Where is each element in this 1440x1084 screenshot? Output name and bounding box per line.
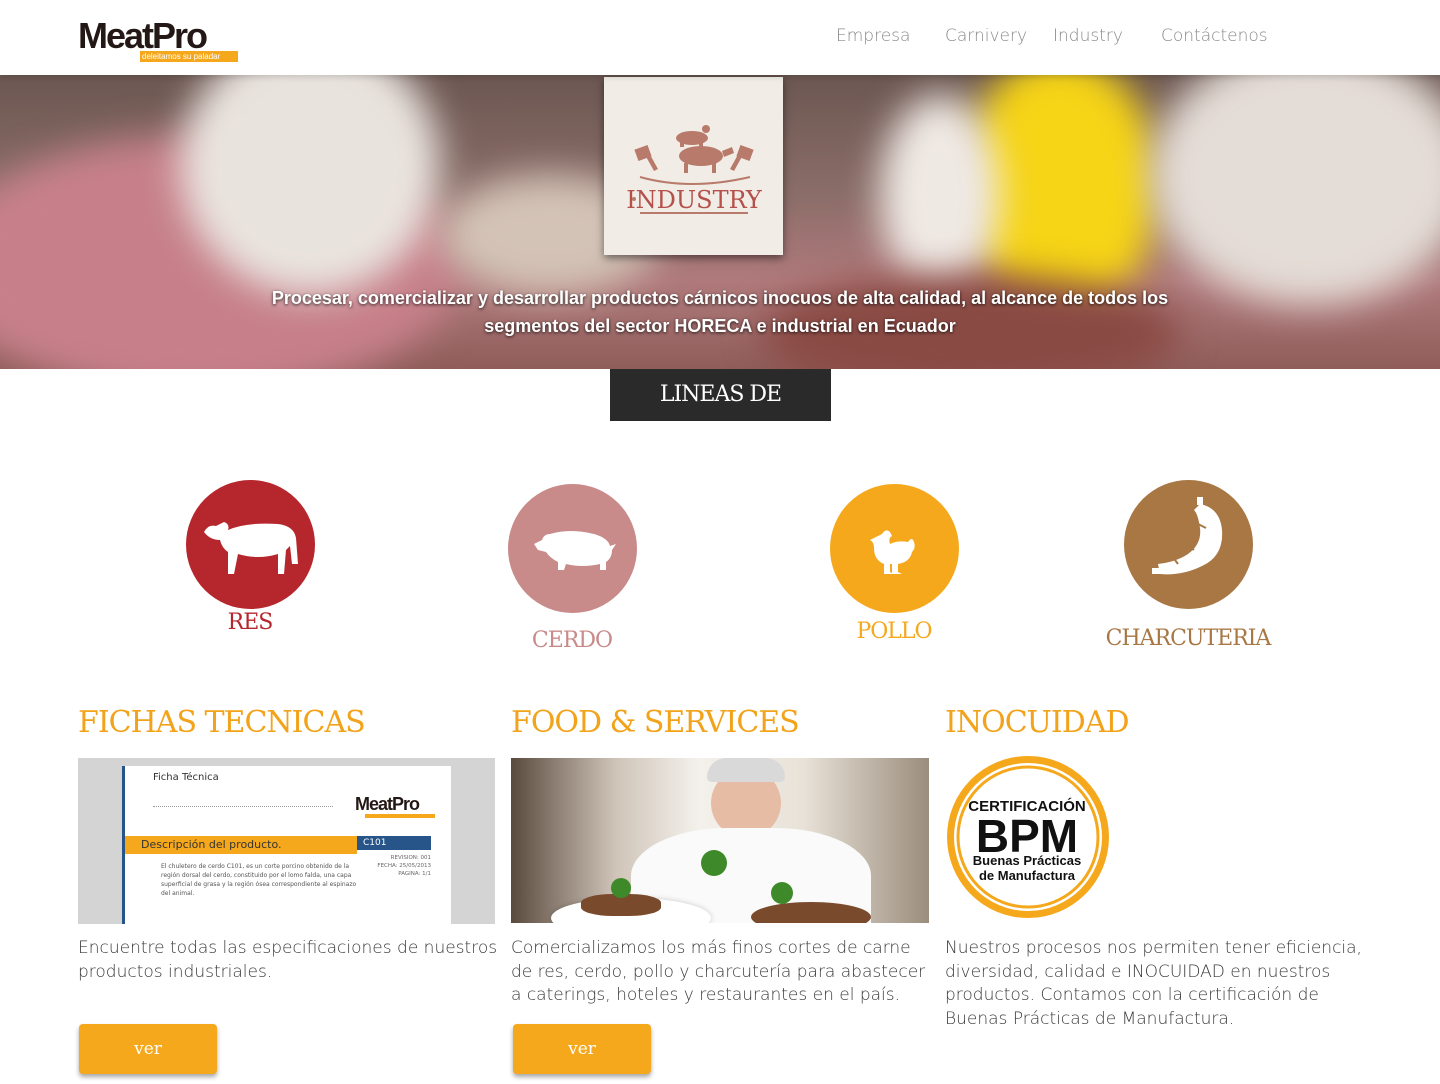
hero-bg-sleeve	[880, 95, 1000, 295]
product-charcuteria-circle[interactable]	[1124, 480, 1253, 609]
bpm-line3: Buenas Prácticas	[973, 853, 1081, 868]
logo-tagline: deleitamos su paladar	[142, 52, 221, 61]
inocuidad-title: INOCUIDAD	[945, 705, 1130, 740]
food-services-description: Comercializamos los más finos cortes de …	[511, 938, 926, 1005]
fichas-sheet-heading: Ficha Técnica	[153, 772, 219, 783]
meatpro-logo[interactable]: MeatPro deleitamos su paladar	[78, 18, 240, 64]
nav-item-industry[interactable]: Industry	[1053, 26, 1123, 46]
garnish-right	[771, 882, 793, 904]
fichas-sheet-body: El chuletero de cerdo C101, es un corte …	[161, 863, 357, 897]
fichas-sheet-signatures	[153, 806, 333, 810]
inocuidad-description: Nuestros procesos nos permiten tener efi…	[945, 938, 1362, 1029]
industry-badge: INDUSTRY	[604, 77, 783, 255]
product-res-circle[interactable]	[186, 480, 315, 609]
industry-emblem-icon: INDUSTRY	[626, 125, 763, 214]
fichas-title: FICHAS TECNICAS	[78, 705, 366, 740]
bpm-seal-icon: CERTIFICACIÓN BPM Buenas Prácticas de Ma…	[947, 756, 1109, 918]
fichas-sheet: Ficha Técnica MeatPro Descripción del pr…	[122, 766, 451, 924]
chicken-icon	[870, 530, 915, 574]
product-pollo-circle[interactable]	[830, 484, 959, 613]
fichas-sheet-meta: REVISION: 001 FECHA: 25/05/2013 PAGINA: …	[377, 855, 431, 877]
food-services-title: FOOD & SERVICES	[511, 705, 800, 740]
nav-item-contactenos[interactable]: Contáctenos	[1161, 26, 1268, 46]
product-charcuteria[interactable]: CHARCUTERIA	[1106, 480, 1271, 651]
product-pollo-label[interactable]: POLLO	[794, 619, 994, 644]
chef-hair	[707, 758, 785, 782]
logo-wordmark: MeatPro	[78, 15, 208, 56]
pig-icon	[534, 531, 616, 570]
food-services-image[interactable]	[511, 758, 929, 923]
hero-mission-text: Procesar, comercializar y desarrollar pr…	[271, 288, 1169, 336]
product-charcuteria-label[interactable]: CHARCUTERIA	[1088, 626, 1288, 651]
site-header: MeatPro deleitamos su paladar Empresa Ca…	[0, 0, 1440, 75]
product-cerdo-label[interactable]: CERDO	[472, 628, 672, 653]
fichas-ver-button[interactable]: ver	[79, 1024, 217, 1074]
fichas-sheet-section: Descripción del producto.	[125, 836, 357, 854]
sausage-icon	[1152, 497, 1223, 575]
product-res-label[interactable]: RES	[150, 610, 350, 635]
industry-badge-text: INDUSTRY	[626, 186, 763, 214]
product-lines-title: LINEAS DE PRODUCTOS	[610, 369, 831, 459]
fichas-sheet-code: C101	[357, 836, 431, 850]
cow-icon	[204, 522, 298, 574]
fichas-image[interactable]: Ficha Técnica MeatPro Descripción del pr…	[78, 758, 495, 924]
product-cerdo-circle[interactable]	[508, 484, 637, 613]
nav-item-carnivery[interactable]: Carnivery	[945, 26, 1027, 46]
hero-bg-coat	[1150, 75, 1440, 305]
product-res[interactable]: RES	[186, 480, 315, 635]
product-pollo[interactable]: POLLO	[830, 484, 959, 644]
product-cerdo[interactable]: CERDO	[508, 484, 637, 653]
fichas-sheet-logo-bar	[365, 814, 435, 818]
fichas-description: Encuentre todas las especificaciones de …	[78, 938, 498, 982]
garnish-left	[611, 878, 631, 898]
nav-item-empresa[interactable]: Empresa	[836, 26, 910, 46]
fichas-sheet-logo: MeatPro	[355, 794, 420, 814]
bpm-certification-badge: CERTIFICACIÓN BPM Buenas Prácticas de Ma…	[945, 754, 1111, 920]
garnish-hand	[701, 850, 727, 876]
bpm-line4: de Manufactura	[979, 868, 1076, 883]
food-services-ver-button[interactable]: ver	[513, 1024, 651, 1074]
